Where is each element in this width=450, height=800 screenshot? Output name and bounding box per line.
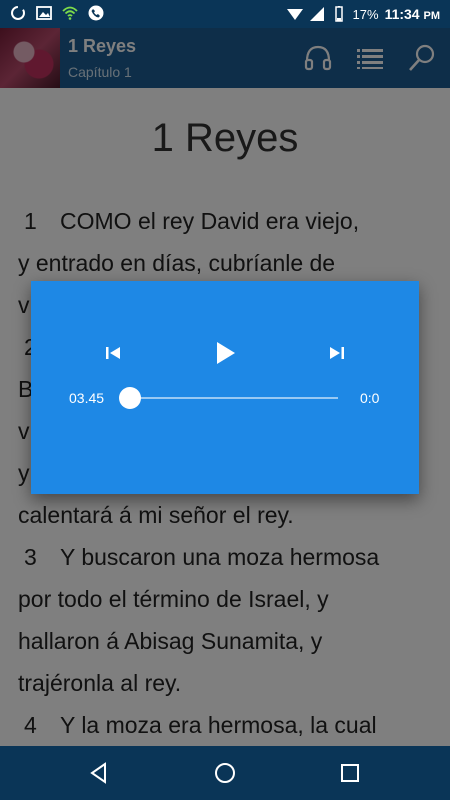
wifi-signal-icon [286, 9, 303, 20]
home-icon [215, 763, 235, 783]
wifi-icon [62, 6, 78, 20]
play-icon [217, 342, 235, 364]
clock-time: 11:34 [384, 6, 420, 22]
back-button[interactable] [84, 758, 114, 788]
clock: 11:34 PM [385, 6, 440, 22]
previous-button[interactable] [98, 338, 128, 368]
seek-bar[interactable] [130, 397, 338, 399]
status-bar: 17% 11:34 PM [0, 0, 450, 28]
skip-previous-icon [106, 347, 120, 359]
clock-ampm: PM [423, 10, 441, 22]
current-time: 03.45 [69, 390, 105, 406]
next-button[interactable] [322, 338, 352, 368]
image-icon [36, 6, 52, 20]
play-button[interactable] [210, 338, 240, 368]
battery-percent: 17% [352, 6, 379, 22]
audio-player-dialog: 03.45 0:0 [31, 281, 419, 494]
phone-icon [88, 5, 104, 21]
sync-icon [11, 6, 25, 20]
back-icon [90, 762, 106, 784]
cell-signal-icon [309, 7, 324, 21]
battery-icon [334, 6, 343, 22]
system-nav-bar [0, 746, 450, 800]
total-time: 0:0 [360, 390, 380, 406]
skip-next-icon [330, 347, 344, 359]
home-button[interactable] [210, 758, 240, 788]
recents-icon [341, 764, 359, 782]
seek-thumb[interactable] [119, 387, 141, 409]
recents-button[interactable] [335, 758, 365, 788]
